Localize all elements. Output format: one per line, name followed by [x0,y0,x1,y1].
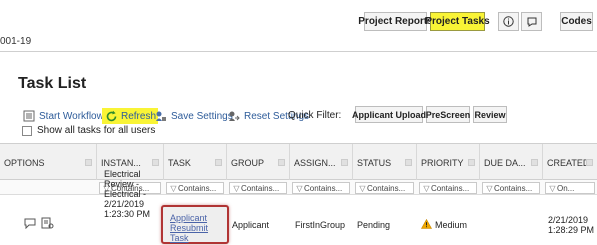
refresh-icon [104,109,118,123]
refresh-button[interactable]: Refresh [102,108,159,124]
filter-icon: ▽ [233,183,240,193]
filter-icon: ▽ [486,183,493,193]
column-status[interactable]: STATUS [352,144,416,181]
cell-assigned: FirstInGroup [295,220,346,230]
warning-icon [420,218,433,232]
column-priority[interactable]: PRIORITY [416,144,479,181]
codes-button[interactable]: Codes [560,12,593,31]
grid-header: OPTIONS INSTAN... TASK GROUP ASSIGN... S… [0,143,597,181]
task-grid: OPTIONS INSTAN... TASK GROUP ASSIGN... S… [0,143,597,245]
task-link[interactable]: Applicant Resubmit Task [170,213,227,243]
filter-assigned[interactable]: ▽ Contains... [292,182,350,194]
show-all-label: Show all tasks for all users [37,125,156,136]
help-icon[interactable] [521,12,542,31]
cell-created: 2/21/2019 1:28:29 PM [548,215,595,235]
column-menu-icon[interactable] [531,159,538,166]
comment-icon[interactable] [24,218,36,232]
refresh-label: Refresh [121,110,157,122]
column-created[interactable]: CREATED [542,144,597,181]
filter-icon: ▽ [359,183,366,193]
task-link-highlight: Applicant Resubmit Task [161,205,229,244]
filter-icon: ▽ [296,183,303,193]
filter-group[interactable]: ▽ Contains... [229,182,287,194]
page-title: Task List [18,75,87,92]
reset-settings-icon [227,109,241,123]
column-menu-icon[interactable] [278,159,285,166]
list-icon [22,109,36,123]
column-group[interactable]: GROUP [226,144,289,181]
start-workflow-label: Start Workflow [39,110,104,122]
column-menu-icon[interactable] [405,159,412,166]
column-task[interactable]: TASK [163,144,226,181]
save-settings-button[interactable]: Save Settings [154,108,233,124]
project-id: 001-19 [0,36,32,47]
project-tasks-button[interactable]: Project Tasks [425,12,490,31]
filter-icon: ▽ [549,183,556,193]
filter-priority[interactable]: ▽ Contains... [419,182,477,194]
column-due-date[interactable]: DUE DA... [479,144,542,181]
cell-status: Pending [357,220,391,230]
filter-status[interactable]: ▽ Contains... [355,182,414,194]
column-assigned[interactable]: ASSIGN... [289,144,352,181]
filter-created[interactable]: ▽ On... [545,182,595,194]
quick-filter-label: Quick Filter: [288,110,342,121]
document-icon[interactable] [41,217,54,232]
column-options[interactable]: OPTIONS [0,144,96,181]
filter-icon: ▽ [170,183,177,193]
info-icon[interactable] [498,12,519,31]
start-workflow-button[interactable]: Start Workflow [22,108,104,124]
project-reports-button[interactable]: Project Reports [358,12,433,31]
filter-row: ▽ Contains... ▽ Contains... ▽ Contains... ▽… [0,180,597,195]
column-menu-icon[interactable] [215,159,222,166]
filter-due-date[interactable]: ▽ Contains... [482,182,540,194]
cell-priority: Medium [435,220,468,230]
show-all-checkbox[interactable] [22,125,32,136]
column-menu-icon[interactable] [468,159,475,166]
column-menu-icon[interactable] [341,159,348,166]
filter-icon: ▽ [423,183,430,193]
filter-task[interactable]: ▽ Contains... [166,182,224,194]
quick-filter-prescreen[interactable]: PreScreen [426,106,470,123]
save-settings-label: Save Settings [171,110,233,122]
show-all-tasks-toggle[interactable]: Show all tasks for all users [22,125,155,136]
column-menu-icon[interactable] [152,159,159,166]
quick-filter-applicant-upload[interactable]: Applicant Upload [352,106,426,123]
quick-filter-review[interactable]: Review [473,106,507,123]
column-menu-icon[interactable] [85,159,92,166]
cell-group: Applicant [232,220,270,230]
column-menu-icon[interactable] [586,159,593,166]
save-settings-icon [154,109,168,123]
divider [0,51,597,52]
